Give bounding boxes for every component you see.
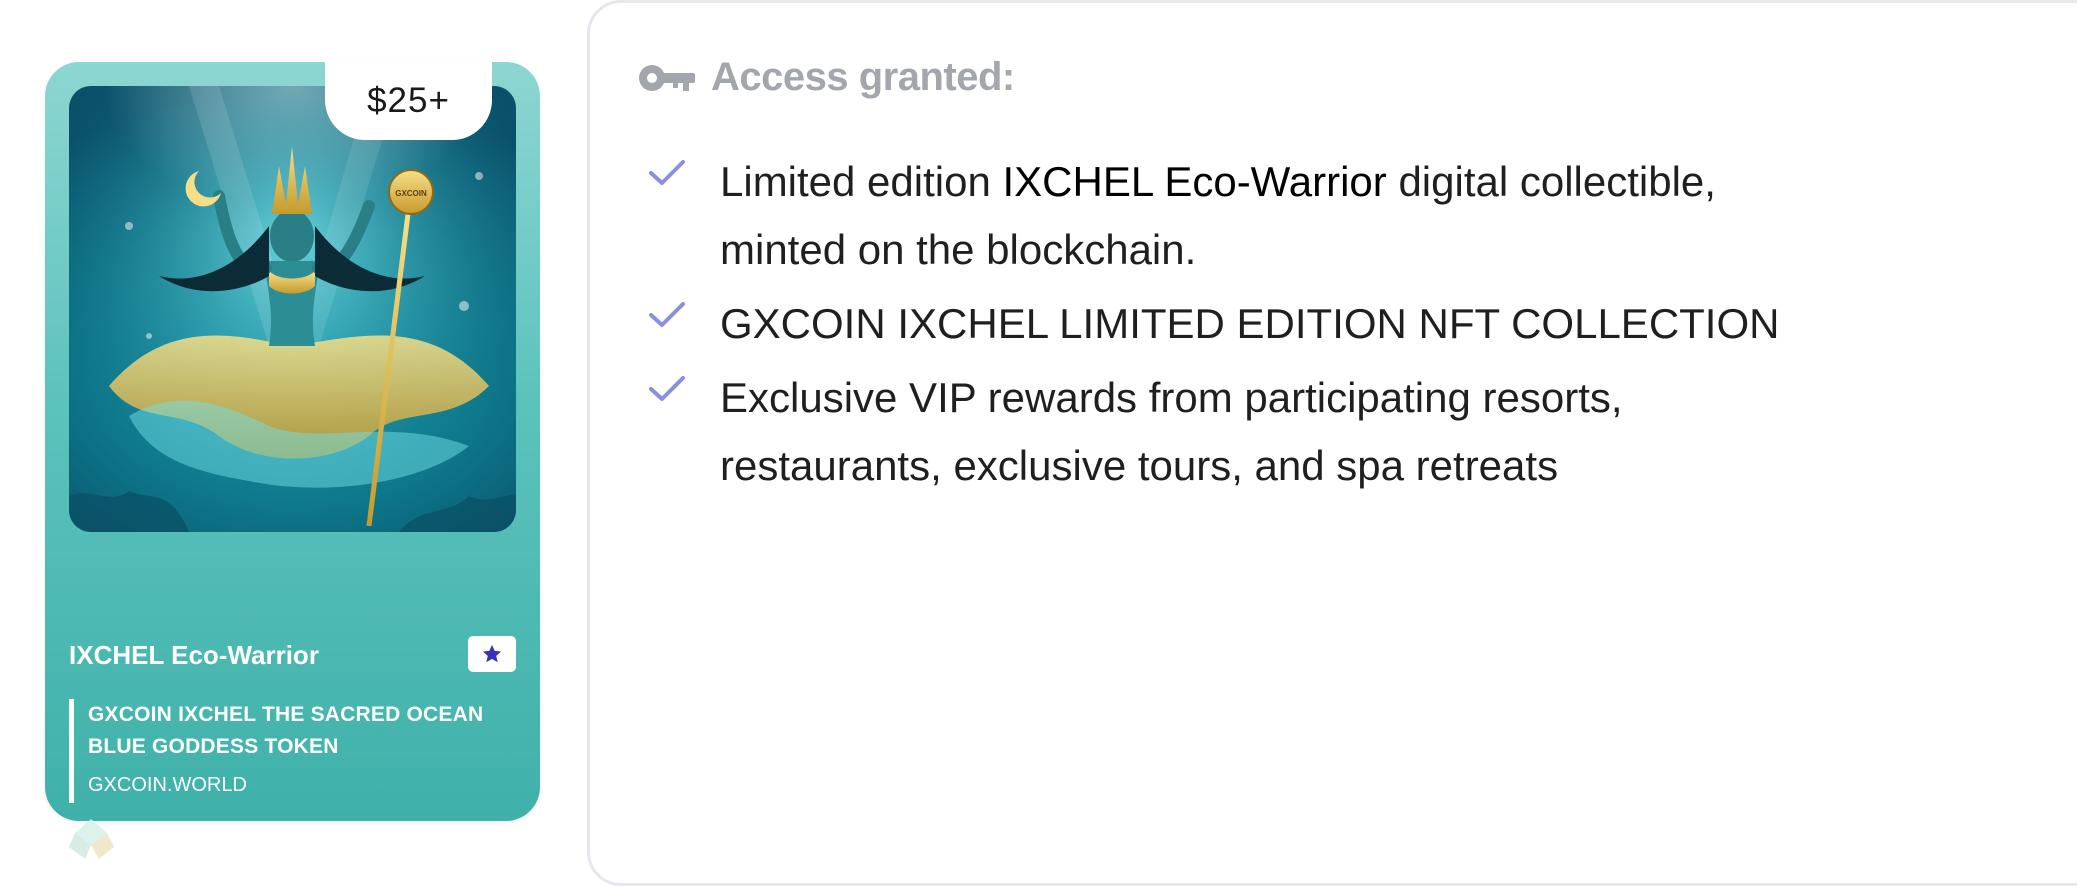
nft-title: IXCHEL Eco-Warrior	[69, 640, 319, 670]
feature-text: GXCOIN IXCHEL LIMITED EDITION NFT COLLEC…	[720, 300, 1780, 347]
access-title: Access granted:	[711, 55, 1015, 99]
description-line: BLUE GODDESS TOKEN	[88, 735, 339, 758]
coin-label: GXCOIN	[395, 189, 427, 198]
feature-highlight: IXCHEL Eco-Warrior	[1002, 158, 1387, 205]
check-icon	[649, 302, 685, 327]
check-icon	[649, 376, 685, 401]
list-item: Exclusive VIP rewards from participating…	[647, 364, 1847, 500]
nft-card[interactable]: GXCOIN $25+ IXCHEL Eco-Warrior GXCOIN IX…	[45, 62, 540, 859]
feature-text: Limited edition IXCHEL Eco-Warrior digit…	[720, 148, 1847, 284]
feature-list: Limited edition IXCHEL Eco-Warrior digit…	[647, 148, 1847, 506]
list-item: GXCOIN IXCHEL LIMITED EDITION NFT COLLEC…	[647, 290, 1847, 358]
check-icon	[649, 160, 685, 185]
list-item: Limited edition IXCHEL Eco-Warrior digit…	[647, 148, 1847, 284]
key-icon	[639, 64, 695, 91]
description-line: GXCOIN IXCHEL THE SACRED OCEAN	[88, 703, 484, 726]
nft-artwork: GXCOIN	[69, 86, 516, 532]
site-link[interactable]: GXCOIN.WORLD	[88, 771, 518, 803]
brand-logo-icon	[69, 819, 114, 859]
panel-header: Access granted:	[637, 55, 1015, 100]
badge-button[interactable]	[468, 636, 516, 672]
feature-text-part: Limited edition	[720, 158, 1003, 205]
feature-text: Exclusive VIP rewards from participating…	[720, 374, 1623, 489]
price-tag: $25+	[325, 62, 492, 140]
mint-date: Jun 2025	[426, 830, 516, 853]
goddess-illustration: GXCOIN	[69, 86, 516, 532]
access-panel: Access granted: Limited edition IXCHEL E…	[587, 0, 2077, 886]
star-icon	[482, 644, 502, 663]
nft-description: GXCOIN IXCHEL THE SACRED OCEAN BLUE GODD…	[69, 699, 518, 803]
